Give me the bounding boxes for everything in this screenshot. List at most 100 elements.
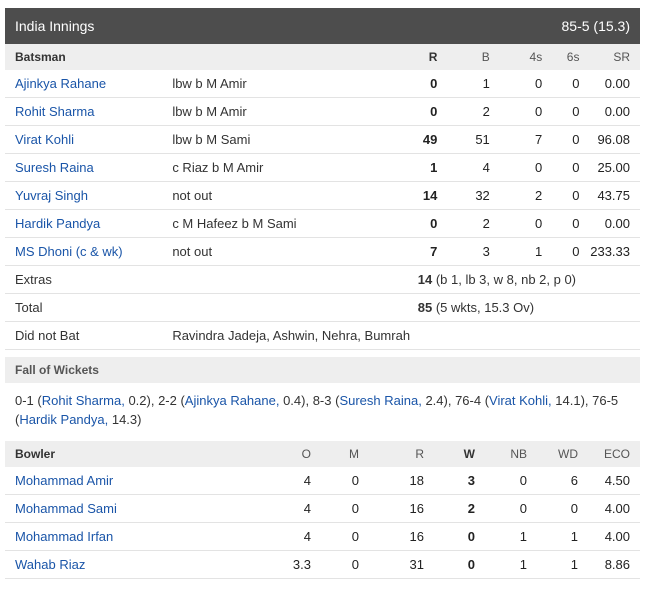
total-detail: (5 wkts, 15.3 Ov): [435, 300, 535, 315]
wides-value: 1: [527, 522, 578, 551]
no-balls-value: 1: [475, 522, 527, 551]
wickets-header: W: [424, 441, 475, 467]
balls-value: 32: [437, 181, 490, 210]
did-not-bat-label: Did not Bat: [5, 321, 173, 350]
balls-value: 3: [437, 237, 490, 266]
bowler-name-link[interactable]: Mohammad Irfan: [5, 522, 195, 551]
fours-value: 0: [489, 153, 543, 182]
sixes-value: 0: [542, 209, 580, 238]
batsman-name-link[interactable]: Virat Kohli: [5, 125, 173, 154]
fow-text: 2.4), 76-4 (: [421, 393, 490, 408]
balls-value: 51: [437, 125, 490, 154]
economy-value: 4.00: [578, 494, 640, 523]
runs-conceded-value: 16: [359, 522, 424, 551]
runs-conceded-value: 16: [359, 494, 424, 523]
fow-batsman-link[interactable]: Rohit Sharma,: [42, 393, 125, 408]
total-row: Total 85 (5 wkts, 15.3 Ov): [5, 293, 640, 322]
wides-value: 0: [527, 494, 578, 523]
dismissal-text: not out: [172, 237, 354, 266]
batting-row: MS Dhoni (c & wk) not out 7 3 1 0 233.33: [5, 237, 640, 266]
strike-rate-value: 0.00: [579, 209, 640, 238]
dismissal-text: lbw b M Amir: [172, 97, 354, 126]
runs-value: 7: [353, 237, 438, 266]
batsman-header: Batsman: [5, 44, 173, 70]
wickets-value: 3: [424, 467, 475, 495]
dismissal-text: c Riaz b M Amir: [172, 153, 354, 182]
batsman-name-link[interactable]: Hardik Pandya: [5, 209, 173, 238]
balls-value: 2: [437, 209, 490, 238]
batting-row: Hardik Pandya c M Hafeez b M Sami 0 2 0 0 0.00: [5, 209, 640, 238]
bowling-row: Wahab Riaz 3.3 0 31 0 1 1 8.86: [5, 550, 640, 579]
runs-header: R: [353, 44, 438, 70]
batsman-name-link[interactable]: Ajinkya Rahane: [5, 70, 173, 98]
fow-text: 14.3): [108, 412, 142, 427]
sixes-value: 0: [542, 70, 580, 98]
runs-value: 14: [353, 181, 438, 210]
overs-value: 4: [195, 522, 311, 551]
wides-header: WD: [527, 441, 578, 467]
batsman-name-link[interactable]: Suresh Raina: [5, 153, 173, 182]
dismissal-text: c M Hafeez b M Sami: [172, 209, 354, 238]
bowler-name-link[interactable]: Wahab Riaz: [5, 550, 195, 579]
runs-value: 49: [353, 125, 438, 154]
strike-rate-value: 233.33: [579, 237, 640, 266]
batting-row: Virat Kohli lbw b M Sami 49 51 7 0 96.08: [5, 125, 640, 154]
maidens-value: 0: [311, 494, 359, 523]
overs-value: 4: [195, 494, 311, 523]
no-balls-header: NB: [475, 441, 527, 467]
dismissal-text: lbw b M Sami: [172, 125, 354, 154]
batsman-name-link[interactable]: Rohit Sharma: [5, 97, 173, 126]
sixes-value: 0: [542, 153, 580, 182]
bowler-name-link[interactable]: Mohammad Sami: [5, 494, 195, 523]
wickets-value: 0: [424, 522, 475, 551]
economy-value: 8.86: [578, 550, 640, 579]
bowling-row: Mohammad Irfan 4 0 16 0 1 1 4.00: [5, 522, 640, 551]
sixes-value: 0: [542, 237, 580, 266]
batting-row: Rohit Sharma lbw b M Amir 0 2 0 0 0.00: [5, 97, 640, 126]
fow-batsman-link[interactable]: Hardik Pandya,: [19, 412, 108, 427]
batting-header-row: Batsman R B 4s 6s SR: [5, 44, 640, 70]
fow-batsman-link[interactable]: Ajinkya Rahane,: [185, 393, 280, 408]
innings-title: India Innings: [15, 18, 95, 34]
economy-header: ECO: [578, 441, 640, 467]
fall-of-wickets-text: 0-1 (Rohit Sharma, 0.2), 2-2 (Ajinkya Ra…: [5, 383, 640, 437]
innings-header: India Innings 85-5 (15.3): [5, 8, 640, 44]
did-not-bat-list: Ravindra Jadeja, Ashwin, Nehra, Bumrah: [172, 321, 640, 350]
runs-conceded-value: 31: [359, 550, 424, 579]
fours-header: 4s: [489, 44, 543, 70]
balls-value: 2: [437, 97, 490, 126]
total-label: Total: [5, 293, 173, 322]
runs-value: 0: [353, 97, 438, 126]
runs-conceded-header: R: [359, 441, 424, 467]
bowler-header: Bowler: [5, 441, 195, 467]
runs-value: 1: [353, 153, 438, 182]
batsman-name-link[interactable]: Yuvraj Singh: [5, 181, 173, 210]
fall-of-wickets-title: Fall of Wickets: [5, 357, 640, 383]
sixes-value: 0: [542, 125, 580, 154]
fow-text: 0.4), 8-3 (: [279, 393, 340, 408]
wickets-value: 0: [424, 550, 475, 579]
batsman-name-link[interactable]: MS Dhoni (c & wk): [5, 237, 173, 266]
sixes-header: 6s: [542, 44, 580, 70]
batting-table: Batsman R B 4s 6s SR Ajinkya Rahane lbw b…: [5, 44, 640, 350]
maidens-value: 0: [311, 550, 359, 579]
balls-value: 4: [437, 153, 490, 182]
runs-value: 0: [353, 70, 438, 98]
bowler-name-link[interactable]: Mohammad Amir: [5, 467, 195, 495]
sixes-value: 0: [542, 97, 580, 126]
runs-conceded-value: 18: [359, 467, 424, 495]
fow-batsman-link[interactable]: Virat Kohli,: [489, 393, 552, 408]
fours-value: 0: [489, 70, 543, 98]
strike-rate-value: 0.00: [579, 70, 640, 98]
maidens-value: 0: [311, 467, 359, 495]
batting-row: Yuvraj Singh not out 14 32 2 0 43.75: [5, 181, 640, 210]
innings-score: 85-5 (15.3): [561, 18, 630, 34]
batting-row: Suresh Raina c Riaz b M Amir 1 4 0 0 25.00: [5, 153, 640, 182]
fours-value: 1: [489, 237, 543, 266]
scorecard: India Innings 85-5 (15.3) Batsman R B 4s…: [5, 8, 640, 579]
fow-batsman-link[interactable]: Suresh Raina,: [339, 393, 421, 408]
no-balls-value: 1: [475, 550, 527, 579]
maidens-value: 0: [311, 522, 359, 551]
fours-value: 7: [489, 125, 543, 154]
sixes-value: 0: [542, 181, 580, 210]
